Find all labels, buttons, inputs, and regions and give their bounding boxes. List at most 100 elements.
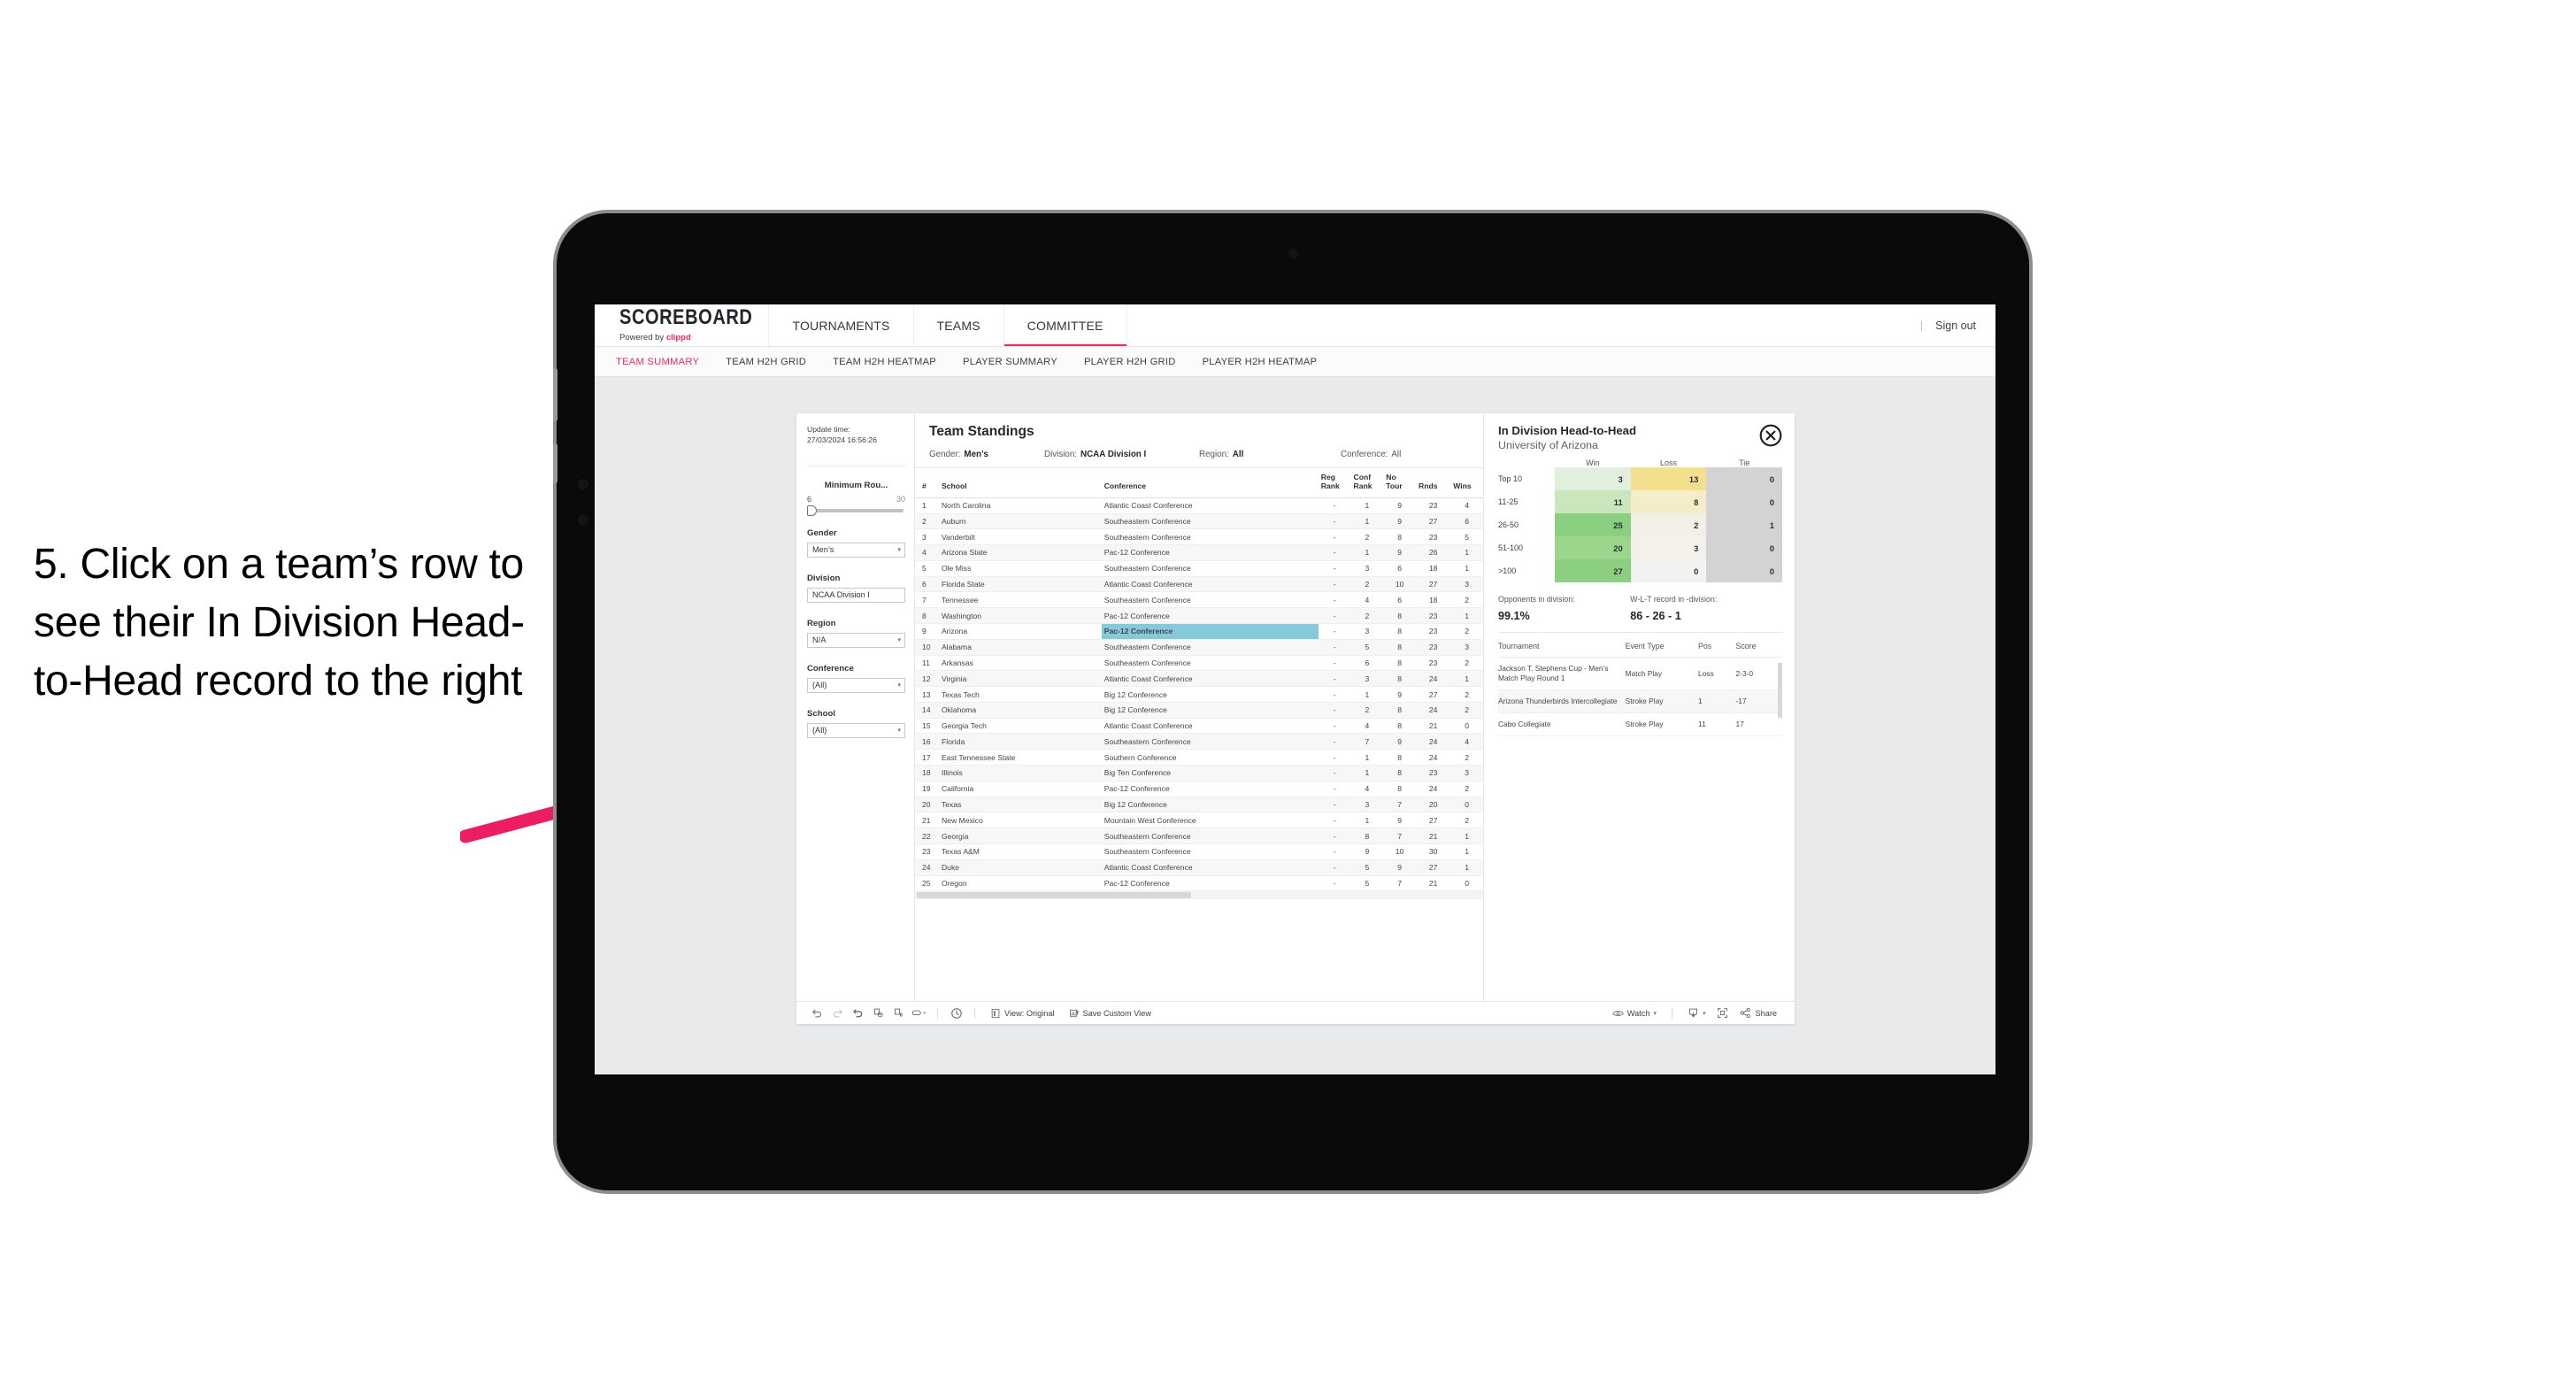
tab-team-summary[interactable]: TEAM SUMMARY	[616, 357, 699, 367]
fullscreen-button[interactable]	[1712, 1005, 1733, 1021]
undo-icon[interactable]	[807, 1005, 827, 1021]
table-row[interactable]: 3 Vanderbilt Southeastern Conference -2 8 23 5	[915, 528, 1483, 546]
tab-player-h2h-heatmap[interactable]: PLAYER H2H HEATMAP	[1203, 357, 1318, 367]
minimum-rounds-slider[interactable]	[807, 504, 904, 516]
table-row[interactable]: 12 Virginia Atlantic Coast Conference -3 8 24…	[915, 670, 1483, 688]
col-event-type[interactable]: Event Type	[1625, 635, 1699, 658]
slider-handle[interactable]	[807, 504, 817, 516]
heatmap-cell[interactable]: 25	[1555, 513, 1631, 536]
tournament-row[interactable]: Cabo Collegiate Stroke Play 11 17	[1498, 712, 1782, 737]
region-select[interactable]: N/A ▾	[807, 632, 905, 648]
col-pos[interactable]: Pos	[1698, 635, 1736, 658]
col-rank[interactable]: #	[915, 468, 939, 498]
conference-select[interactable]: (All) ▾	[807, 677, 905, 693]
table-row[interactable]: 18 Illinois Big Ten Conference -1 8 23 3	[915, 765, 1483, 782]
tournament-list-scroll[interactable]: Tournament Event Type Pos Score Jackson …	[1498, 633, 1782, 1001]
table-row[interactable]: 9 Arizona Pac-12 Conference -3 8 23 2	[915, 623, 1483, 640]
heatmap-cell[interactable]: 0	[1706, 559, 1783, 582]
table-row[interactable]: 5 Ole Miss Southeastern Conference -3 6 18 1	[915, 560, 1483, 577]
tab-player-summary[interactable]: PLAYER SUMMARY	[963, 357, 1057, 367]
col-rnds[interactable]: Rnds	[1416, 468, 1451, 498]
nav-item-teams[interactable]: TEAMS	[914, 304, 1004, 346]
redo-icon[interactable]	[827, 1005, 848, 1021]
col-wins[interactable]: Wins	[1450, 468, 1483, 498]
tournament-row[interactable]: Jackson T. Stephens Cup - Men’s Match Pl…	[1498, 657, 1782, 691]
nav-right-group: | Sign out	[1920, 304, 1995, 346]
heatmap-cell[interactable]: 8	[1630, 490, 1707, 513]
save-custom-view-button[interactable]: Save Custom View	[1062, 1008, 1158, 1019]
col-score[interactable]: Score	[1735, 635, 1782, 658]
division-select[interactable]: NCAA Division I	[807, 587, 905, 603]
nav-item-tournaments[interactable]: TOURNAMENTS	[769, 304, 914, 346]
tab-team-h2h-heatmap[interactable]: TEAM H2H HEATMAP	[833, 357, 936, 367]
table-row[interactable]: 13 Texas Tech Big 12 Conference -1 9 27 2	[915, 686, 1483, 703]
horizontal-scrollbar-thumb[interactable]	[917, 892, 1191, 899]
table-row[interactable]: 21 New Mexico Mountain West Conference -1 9 2…	[915, 812, 1483, 829]
heatmap-cell[interactable]: 2	[1630, 513, 1707, 536]
heatmap-cell[interactable]: 0	[1706, 467, 1783, 490]
col-reg-rank[interactable]: Reg Rank	[1318, 468, 1351, 498]
gender-select[interactable]: Men’s ▾	[807, 542, 905, 558]
table-row[interactable]: 20 Texas Big 12 Conference -3 7 20 0	[915, 797, 1483, 813]
sign-out-link[interactable]: Sign out	[1935, 320, 1976, 332]
watch-button[interactable]: Watch ▾	[1605, 1008, 1664, 1019]
table-row[interactable]: 17 East Tennessee State Southern Conferenc…	[915, 749, 1483, 766]
app-logo[interactable]: SCOREBOARD Powered by clippd	[595, 304, 770, 346]
tab-team-h2h-grid[interactable]: TEAM H2H GRID	[726, 357, 806, 367]
table-row[interactable]: 11 Arkansas Southeastern Conference -6 8 23 2	[915, 655, 1483, 672]
heatmap-cell[interactable]: 0	[1630, 559, 1707, 582]
revert-icon[interactable]	[848, 1005, 868, 1021]
close-icon[interactable]	[1759, 424, 1782, 447]
table-row[interactable]: 7 Tennessee Southeastern Conference -4 6 18 2	[915, 591, 1483, 609]
cell-no-tour: 8	[1383, 702, 1416, 719]
power-button[interactable]	[553, 368, 557, 421]
heatmap-cell[interactable]: 20	[1555, 536, 1631, 559]
table-row[interactable]: 4 Arizona State Pac-12 Conference -1 9 26 1	[915, 544, 1483, 561]
tournament-scrollbar-thumb[interactable]	[1778, 663, 1782, 718]
history-icon[interactable]	[946, 1005, 966, 1021]
table-row[interactable]: 8 Washington Pac-12 Conference -2 8 23 1	[915, 607, 1483, 624]
heatmap-cell[interactable]: 1	[1706, 513, 1783, 536]
col-tournament[interactable]: Tournament	[1498, 635, 1626, 658]
table-row[interactable]: 23 Texas A&M Southeastern Conference -9 10 30…	[915, 843, 1483, 860]
heatmap-row: Top 10 3 13 0	[1498, 467, 1783, 490]
table-row[interactable]: 16 Florida Southeastern Conference -7 9 24 4	[915, 733, 1483, 751]
table-row[interactable]: 25 Oregon Pac-12 Conference -5 7 21 0	[915, 875, 1483, 892]
col-conf-rank[interactable]: Conf Rank	[1350, 468, 1384, 498]
heatmap-cell[interactable]: 0	[1706, 536, 1783, 559]
col-conference[interactable]: Conference	[1101, 468, 1319, 498]
table-row[interactable]: 6 Florida State Atlantic Coast Conference -…	[915, 576, 1483, 593]
tournament-row[interactable]: Arizona Thunderbirds Intercollegiate Stro…	[1498, 689, 1782, 714]
school-select[interactable]: (All) ▾	[807, 722, 905, 738]
cell-no-tour: 8	[1383, 639, 1416, 656]
col-no-tour[interactable]: No Tour	[1383, 468, 1416, 498]
share-button[interactable]: Share	[1733, 1007, 1784, 1019]
heatmap-cell[interactable]: 3	[1630, 536, 1707, 559]
tab-player-h2h-grid[interactable]: PLAYER H2H GRID	[1084, 357, 1176, 367]
table-row[interactable]: 2 Auburn Southeastern Conference -1 9 27 6	[915, 513, 1483, 530]
volume-button[interactable]	[553, 443, 557, 483]
table-row[interactable]: 10 Alabama Southeastern Conference -5 8 23 3	[915, 639, 1483, 656]
heatmap-cell[interactable]: 13	[1630, 467, 1707, 490]
heatmap-cell[interactable]: 3	[1555, 467, 1631, 490]
pause-auto-updates-icon[interactable]	[888, 1005, 909, 1021]
cell-wins: 2	[1450, 781, 1483, 797]
table-row[interactable]: 1 North Carolina Atlantic Coast Conference…	[915, 497, 1483, 514]
nav-item-committee[interactable]: COMMITTEE	[1003, 304, 1127, 346]
heatmap-cell[interactable]: 11	[1555, 490, 1631, 513]
table-row[interactable]: 19 California Pac-12 Conference -4 8 24 2	[915, 781, 1483, 797]
col-school[interactable]: School	[938, 468, 1102, 498]
table-row[interactable]: 22 Georgia Southeastern Conference -8 7 21 1	[915, 828, 1483, 844]
table-row[interactable]: 24 Duke Atlantic Coast Conference -5 9 27 1	[915, 859, 1483, 876]
view-original-button[interactable]: View: Original	[983, 1008, 1062, 1019]
heatmap-cell[interactable]: 27	[1555, 559, 1631, 582]
table-row[interactable]: 14 Oklahoma Big 12 Conference -2 8 24 2	[915, 702, 1483, 719]
heatmap-cell[interactable]: 0	[1706, 490, 1783, 513]
download-button[interactable]: ▾	[1680, 1007, 1713, 1019]
refresh-data-icon[interactable]	[868, 1005, 888, 1021]
table-row[interactable]: 15 Georgia Tech Atlantic Coast Conference -…	[915, 718, 1483, 735]
horizontal-scrollbar[interactable]	[915, 891, 1483, 900]
col-reg-rank-l1: Reg	[1320, 473, 1335, 481]
heatmap-row-label: 11-25	[1498, 497, 1519, 506]
highlight-dropdown-icon[interactable]	[909, 1005, 929, 1021]
